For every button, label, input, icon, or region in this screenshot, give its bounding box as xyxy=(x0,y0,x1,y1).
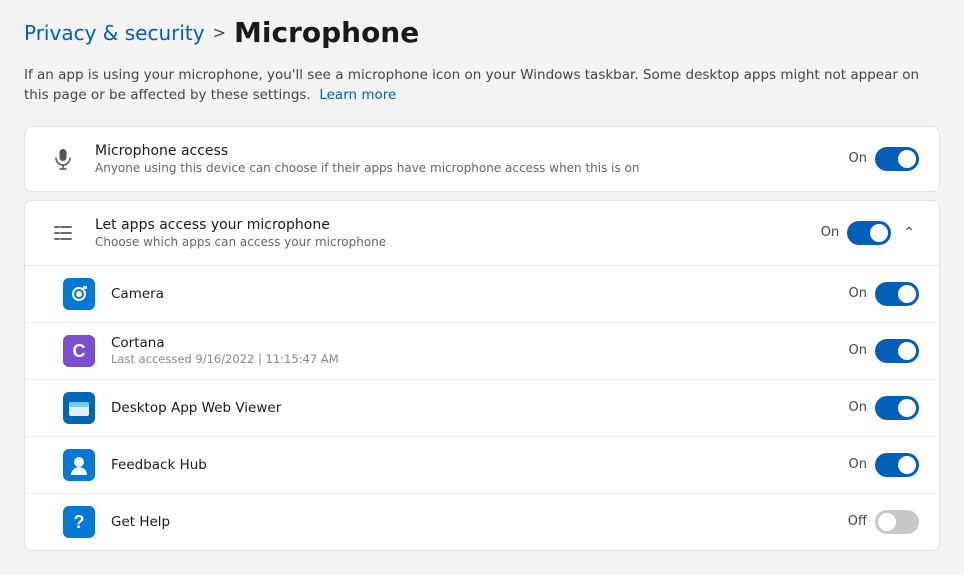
svg-text:C: C xyxy=(73,341,86,361)
learn-more-link[interactable]: Learn more xyxy=(319,87,396,103)
apps-list-icon xyxy=(51,221,75,245)
breadcrumb: Privacy & security > Microphone xyxy=(24,16,940,49)
app-name: Cortana xyxy=(111,335,849,351)
page-title: Microphone xyxy=(234,16,419,49)
app-row: ? Get Help Off xyxy=(25,494,939,550)
app-icon-wrap xyxy=(61,447,97,483)
let-apps-row: Let apps access your microphone Choose w… xyxy=(25,201,939,266)
app-toggle[interactable] xyxy=(875,282,919,306)
app-row: Camera On xyxy=(25,266,939,323)
app-control: On xyxy=(849,453,919,477)
app-status: On xyxy=(849,457,867,472)
microphone-access-control: On xyxy=(849,147,919,171)
microphone-access-status: On xyxy=(849,151,867,166)
app-toggle[interactable] xyxy=(875,510,919,534)
app-name-area: Feedback Hub xyxy=(111,457,849,473)
app-control: On xyxy=(849,396,919,420)
app-last-accessed: Last accessed 9/16/2022 | 11:15:47 AM xyxy=(111,352,849,366)
app-control: Off xyxy=(848,510,919,534)
app-rows-container: Camera On C Cortana Last accessed 9/16/2… xyxy=(25,266,939,550)
let-apps-control: On ⌃ xyxy=(821,220,919,245)
app-status: On xyxy=(849,400,867,415)
app-name: Desktop App Web Viewer xyxy=(111,400,849,416)
app-toggle[interactable] xyxy=(875,453,919,477)
let-apps-status: On xyxy=(821,225,839,240)
microphone-icon xyxy=(51,147,75,171)
app-icon-wrap xyxy=(61,276,97,312)
description-text: If an app is using your microphone, you'… xyxy=(24,65,940,106)
microphone-access-row: Microphone access Anyone using this devi… xyxy=(25,127,939,191)
app-toggle[interactable] xyxy=(875,396,919,420)
svg-text:?: ? xyxy=(74,512,85,532)
microphone-icon-area xyxy=(45,141,81,177)
app-row: Desktop App Web Viewer On xyxy=(25,380,939,437)
microphone-access-toggle[interactable] xyxy=(875,147,919,171)
app-icon-wrap xyxy=(61,390,97,426)
microphone-access-card: Microphone access Anyone using this devi… xyxy=(24,126,940,192)
microphone-access-title: Microphone access xyxy=(95,143,849,159)
let-apps-toggle[interactable] xyxy=(847,221,891,245)
app-status: On xyxy=(849,343,867,358)
let-apps-card: Let apps access your microphone Choose w… xyxy=(24,200,940,551)
breadcrumb-separator: > xyxy=(213,23,226,42)
app-name-area: Camera xyxy=(111,286,849,302)
microphone-access-subtitle: Anyone using this device can choose if t… xyxy=(95,161,849,175)
app-name: Camera xyxy=(111,286,849,302)
let-apps-chevron[interactable]: ⌃ xyxy=(899,220,919,245)
breadcrumb-parent[interactable]: Privacy & security xyxy=(24,21,205,45)
app-status: Off xyxy=(848,514,867,529)
app-control: On xyxy=(849,339,919,363)
app-icon-wrap: C xyxy=(61,333,97,369)
app-name-area: Get Help xyxy=(111,514,848,530)
app-toggle[interactable] xyxy=(875,339,919,363)
app-name-area: Cortana Last accessed 9/16/2022 | 11:15:… xyxy=(111,335,849,366)
page-container: Privacy & security > Microphone If an ap… xyxy=(0,0,964,575)
app-name: Get Help xyxy=(111,514,848,530)
app-status: On xyxy=(849,286,867,301)
microphone-access-text: Microphone access Anyone using this devi… xyxy=(95,143,849,175)
app-name-area: Desktop App Web Viewer xyxy=(111,400,849,416)
app-icon-wrap: ? xyxy=(61,504,97,540)
let-apps-title: Let apps access your microphone xyxy=(95,217,821,233)
let-apps-text: Let apps access your microphone Choose w… xyxy=(95,217,821,249)
let-apps-icon-area xyxy=(45,215,81,251)
let-apps-subtitle: Choose which apps can access your microp… xyxy=(95,235,821,249)
app-control: On xyxy=(849,282,919,306)
app-row: C Cortana Last accessed 9/16/2022 | 11:1… xyxy=(25,323,939,380)
app-row: Feedback Hub On xyxy=(25,437,939,494)
app-name: Feedback Hub xyxy=(111,457,849,473)
